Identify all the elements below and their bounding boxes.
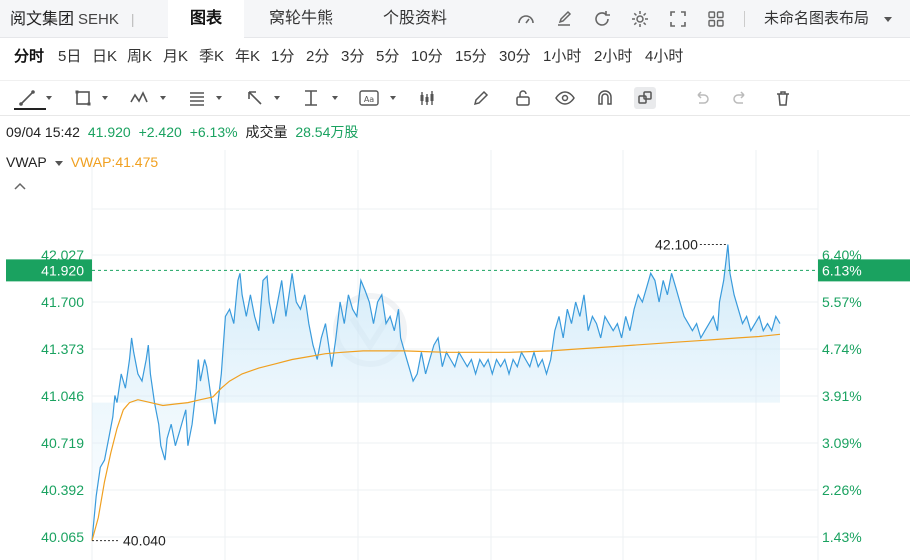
indicator-name[interactable]: VWAP <box>6 154 47 170</box>
quote-time: 09/04 15:42 <box>6 124 80 140</box>
chevron-down-icon[interactable] <box>54 160 63 166</box>
price-chart[interactable]: 42.02741.70041.37341.04640.71940.39240.0… <box>0 0 910 560</box>
quote-change-pct: +6.13% <box>189 124 238 140</box>
percent-tick-label: 3.09% <box>822 435 862 451</box>
quote-price: 41.920 <box>87 124 131 140</box>
volume-label: 成交量 <box>245 124 288 140</box>
quote-change: +2.420 <box>138 124 182 140</box>
price-tick-label: 41.700 <box>41 294 84 310</box>
price-tick-label: 41.046 <box>41 388 84 404</box>
percent-tick-label: 5.57% <box>822 294 862 310</box>
low-marker-label: 40.040 <box>123 533 166 549</box>
percent-tick-label: 2.26% <box>822 482 862 498</box>
chevron-up-icon[interactable] <box>12 180 28 192</box>
current-percent-label: 6.13% <box>822 262 862 278</box>
price-tick-label: 40.065 <box>41 529 84 545</box>
high-marker-label: 42.100 <box>655 237 698 253</box>
percent-tick-label: 4.74% <box>822 341 862 357</box>
indicator-legend[interactable]: VWAP VWAP:41.475 <box>6 151 158 173</box>
percent-axis: 6.40%5.57%4.74%3.91%3.09%2.26%1.43%6.13% <box>818 247 910 545</box>
percent-tick-label: 3.91% <box>822 388 862 404</box>
price-tick-label: 40.392 <box>41 482 84 498</box>
price-tick-label: 41.373 <box>41 341 84 357</box>
price-axis: 42.02741.70041.37341.04640.71940.39240.0… <box>6 247 92 545</box>
indicator-value: VWAP:41.475 <box>70 154 159 170</box>
price-tick-label: 40.719 <box>41 435 84 451</box>
percent-tick-label: 1.43% <box>822 529 862 545</box>
current-price-label: 41.920 <box>41 262 84 278</box>
volume-value: 28.54万股 <box>295 124 359 140</box>
quote-info: 09/04 15:42 41.920 +2.420 +6.13% 成交量 28.… <box>6 120 358 144</box>
